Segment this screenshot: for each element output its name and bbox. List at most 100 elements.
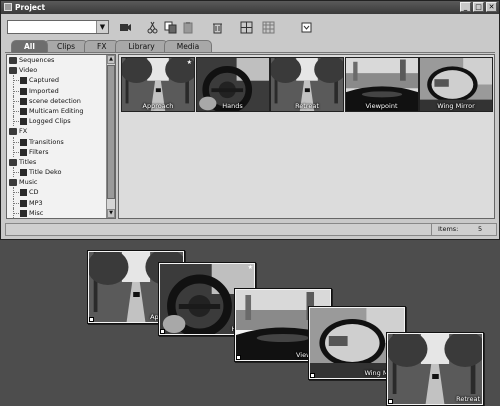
folder-icon [9, 57, 17, 64]
bin-icon [20, 77, 27, 85]
folder-icon [9, 158, 17, 166]
trash-icon[interactable] [210, 20, 224, 34]
bin-icon [20, 189, 27, 197]
tree-item[interactable]: Filters [7, 146, 115, 157]
card-thumbnail [388, 334, 482, 404]
tree-item[interactable]: FX [7, 126, 115, 136]
tree-item[interactable]: Captured [7, 75, 115, 86]
bin-icon [20, 138, 27, 146]
bin-icon [20, 97, 27, 105]
clip-marker-icon [310, 373, 315, 378]
items-count: 5 [478, 225, 483, 233]
tree-item[interactable]: Multicam Editing [7, 105, 115, 116]
tree-item-label: Multicam Editing [29, 106, 84, 115]
scroll-thumb[interactable] [107, 65, 115, 199]
tree-item[interactable]: Sequences [7, 55, 115, 65]
tree-item-label: Transitions [29, 137, 64, 146]
tree-item-label: Images [19, 218, 43, 219]
star-icon: ★ [186, 59, 192, 66]
tree-item-label: Filters [29, 147, 49, 156]
chevron-down-icon[interactable]: ▼ [96, 21, 108, 33]
folder-icon [9, 128, 17, 136]
list-view-icon[interactable] [261, 20, 275, 34]
grid-view-icon[interactable] [239, 20, 253, 34]
tree-item-label: Misc [29, 208, 44, 217]
status-bar: Items: 5 [5, 223, 497, 236]
tree-item-label: Sequences [19, 56, 55, 64]
tree-item[interactable]: Video [7, 65, 115, 75]
clip-label: Approach [142, 102, 174, 110]
tree-item[interactable]: Images [7, 218, 115, 219]
settings-icon[interactable] [299, 20, 313, 34]
tree-item-label: Music [19, 178, 38, 187]
tree-item-label: Captured [29, 76, 59, 85]
star-icon: ★ [247, 264, 253, 271]
tab-all[interactable]: All [11, 40, 48, 53]
storyboard-card[interactable]: Retreat [386, 332, 484, 406]
close-button[interactable]: ✕ [486, 2, 497, 12]
tree-item[interactable]: MP3 [7, 197, 115, 208]
clip-marker-icon [236, 355, 241, 360]
bin-icon [20, 169, 27, 177]
clip-marker-icon [388, 399, 393, 404]
app-icon [4, 3, 12, 11]
clip-thumbnail[interactable]: Wing Mirror [419, 57, 493, 112]
tree-item-label: CD [29, 188, 39, 197]
card-label: Retreat [456, 395, 480, 403]
bin-icon [20, 107, 27, 115]
scroll-up-button[interactable]: ▲ [107, 55, 115, 64]
folder-icon [9, 179, 17, 187]
tree-scrollbar[interactable]: ▲ ▼ [106, 55, 115, 218]
clip-thumbnail[interactable]: Viewpoint [344, 57, 419, 112]
tree-item-label: FX [19, 127, 28, 136]
tree-item-label: Logged Clips [29, 117, 71, 126]
clip-label: Hands [222, 102, 243, 110]
scroll-down-button[interactable]: ▼ [107, 209, 115, 218]
clip-grid: ★ Approach Hands Retreat Viewpoint Wing Mirro… [118, 54, 495, 219]
tab-divider [5, 52, 495, 53]
camera-icon[interactable] [118, 20, 132, 34]
tree-item[interactable]: Imported [7, 85, 115, 96]
clip-label: Viewpoint [365, 102, 398, 110]
tree-item-label: MP3 [29, 198, 43, 207]
bin-icon [20, 87, 27, 95]
clip-thumbnail[interactable]: Hands [195, 57, 270, 112]
bin-icon [20, 118, 27, 126]
paste-icon[interactable] [181, 20, 195, 34]
tree-item[interactable]: scene detection [7, 95, 115, 106]
clip-thumbnail[interactable]: ★ Approach [121, 57, 195, 112]
tree-item-label: Title Deko [29, 168, 62, 177]
tree-item[interactable]: Title Deko [7, 167, 115, 178]
copy-icon[interactable] [163, 20, 177, 34]
clip-marker-icon [160, 329, 165, 334]
tree-item-label: scene detection [29, 96, 81, 105]
clip-label: Wing Mirror [437, 102, 475, 110]
items-label: Items: [438, 225, 459, 233]
tree-item-label: Imported [29, 86, 59, 95]
tree-item[interactable]: Titles [7, 157, 115, 167]
bin-icon [20, 209, 27, 217]
maximize-button[interactable]: □ [473, 2, 484, 12]
bin-icon [20, 148, 27, 156]
tree-item[interactable]: CD [7, 187, 115, 198]
clip-thumbnail[interactable]: Retreat [270, 57, 344, 112]
project-window: Project _ □ ✕ ▼ All Clips FX Library Med… [0, 0, 500, 240]
tree-item-label: Titles [19, 157, 37, 166]
bin-select[interactable]: ▼ [7, 20, 109, 34]
tree-item[interactable]: Misc [7, 207, 115, 218]
clip-marker-icon [89, 317, 94, 322]
status-divider [431, 224, 432, 235]
bin-icon [20, 199, 27, 207]
scissors-icon[interactable] [145, 20, 159, 34]
folder-icon [9, 67, 17, 75]
title-bar[interactable]: Project _ □ ✕ [1, 1, 499, 14]
folder-tree: Sequences Video Captured Imported scene dete… [6, 54, 116, 219]
tree-item[interactable]: Music [7, 177, 115, 187]
clip-label: Retreat [295, 102, 319, 110]
toolbar: ▼ [1, 14, 499, 40]
window-title: Project [15, 3, 46, 12]
minimize-button[interactable]: _ [460, 2, 471, 12]
tree-item-label: Video [19, 66, 38, 75]
tree-item[interactable]: Logged Clips [7, 116, 115, 127]
tree-item[interactable]: Transitions [7, 136, 115, 147]
